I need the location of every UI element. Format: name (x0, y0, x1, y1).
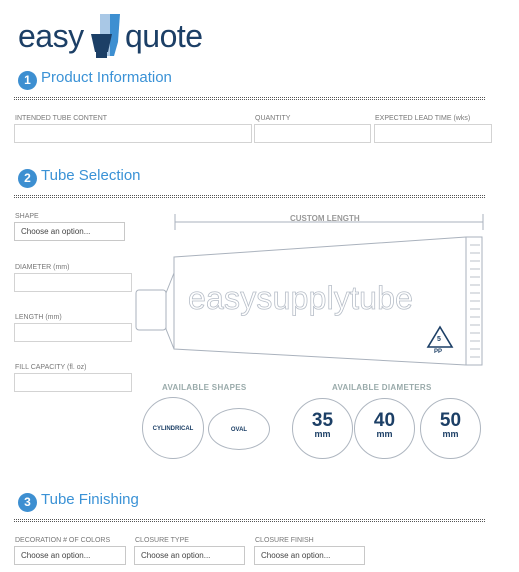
custom-length-label: CUSTOM LENGTH (290, 214, 360, 223)
logo-text-easy: easy (18, 18, 84, 54)
shape-option-cylindrical[interactable]: CYLINDRICAL (142, 397, 204, 459)
decoration-colors-select[interactable]: Choose an option... (14, 546, 126, 565)
section-number: 1 (18, 71, 37, 90)
shape-option-label: CYLINDRICAL (152, 426, 194, 432)
logo-tube-icon (91, 14, 120, 58)
quantity-input[interactable] (254, 124, 371, 143)
tube-content-label: INTENDED TUBE CONTENT (15, 115, 108, 122)
diameter-option-50[interactable]: 50 mm (420, 398, 481, 459)
diameter-option-40[interactable]: 40 mm (354, 398, 415, 459)
available-shapes-label: AVAILABLE SHAPES (162, 383, 247, 392)
closure-finish-select[interactable]: Choose an option... (254, 546, 365, 565)
diameter-value: 40 (373, 410, 396, 431)
shape-select[interactable]: Choose an option... (14, 222, 125, 241)
length-input[interactable] (14, 323, 132, 342)
shape-option-label: OVAL (230, 427, 248, 433)
diameter-label: DIAMETER (mm) (15, 264, 70, 271)
quantity-label: QUANTITY (255, 115, 291, 122)
diameter-option-35[interactable]: 35 mm (292, 398, 353, 459)
diameter-value: 35 (311, 410, 334, 431)
section-number: 2 (18, 169, 37, 188)
recycle-number: 5 (437, 336, 441, 343)
closure-type-label: CLOSURE TYPE (135, 537, 189, 544)
diameter-unit: mm (314, 429, 331, 439)
shape-label: SHAPE (15, 213, 39, 220)
section-divider (14, 195, 485, 198)
section-divider (14, 97, 485, 100)
lead-time-input[interactable] (374, 124, 492, 143)
logo-text-quote: quote (125, 18, 203, 54)
diameter-value: 50 (439, 410, 462, 431)
recycle-code: PP (434, 349, 443, 355)
easyquote-logo: easy quote (18, 8, 208, 58)
shape-option-oval[interactable]: OVAL (208, 408, 270, 450)
diameter-unit: mm (442, 429, 459, 439)
tube-brand-text: easysupplytube (188, 280, 414, 317)
closure-type-select[interactable]: Choose an option... (134, 546, 245, 565)
section-title: Product Information (41, 69, 172, 86)
fill-capacity-label: FILL CAPACITY (fl. oz) (15, 364, 87, 371)
diameter-input[interactable] (14, 273, 132, 292)
closure-finish-label: CLOSURE FINISH (255, 537, 314, 544)
section-title: Tube Finishing (41, 491, 139, 508)
decoration-colors-label: DECORATION # OF COLORS (15, 537, 111, 544)
available-diameters-label: AVAILABLE DIAMETERS (332, 383, 432, 392)
section-divider (14, 519, 485, 522)
tube-content-input[interactable] (14, 124, 252, 143)
lead-time-label: EXPECTED LEAD TIME (wks) (375, 115, 471, 122)
fill-capacity-input[interactable] (14, 373, 132, 392)
length-label: LENGTH (mm) (15, 314, 62, 321)
section-number: 3 (18, 493, 37, 512)
diameter-unit: mm (376, 429, 393, 439)
section-title: Tube Selection (41, 167, 141, 184)
